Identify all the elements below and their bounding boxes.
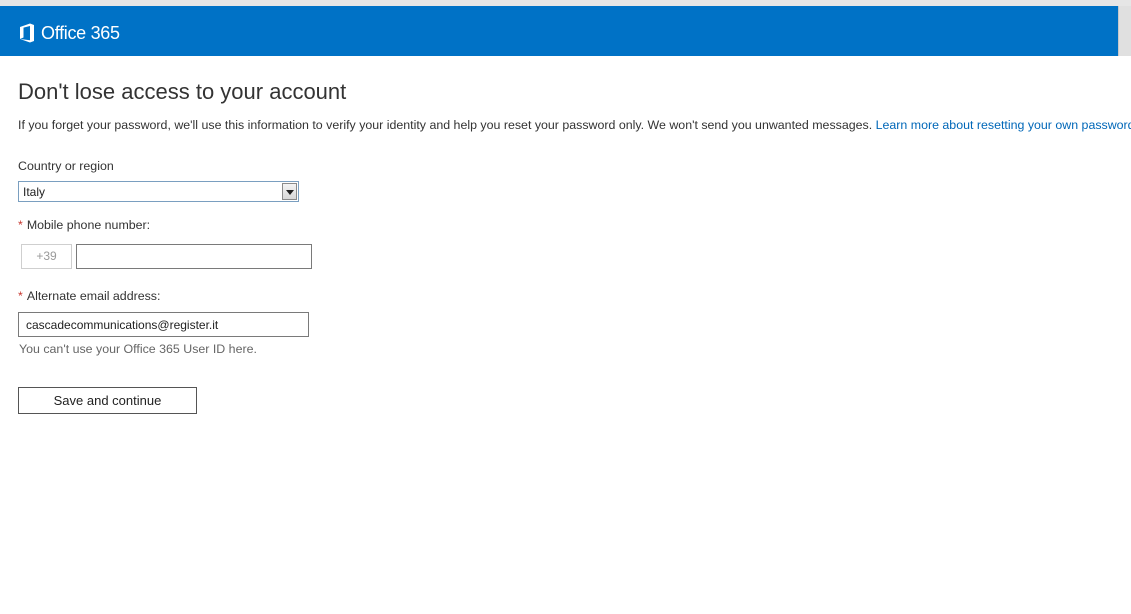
info-text: If you forget your password, we'll use t… <box>18 118 873 132</box>
page-title: Don't lose access to your account <box>18 79 347 104</box>
country-label: Country or region <box>18 159 114 173</box>
save-and-continue-button[interactable]: Save and continue <box>18 387 197 414</box>
mobile-label-row: * Mobile phone number: <box>18 218 150 232</box>
brand-logo[interactable]: Office 365 <box>18 23 120 43</box>
mobile-label: Mobile phone number: <box>26 218 151 232</box>
alternate-email-input[interactable] <box>18 312 309 337</box>
info-text-block: If you forget your password, we'll use t… <box>18 118 1131 132</box>
required-marker: * <box>18 289 23 303</box>
country-select-value: Italy <box>23 185 46 199</box>
chevron-down-icon[interactable] <box>282 183 297 200</box>
brand-name: Office 365 <box>41 23 120 43</box>
email-hint: You can't use your Office 365 User ID he… <box>19 342 257 356</box>
scrollbar[interactable] <box>1118 6 1131 56</box>
office-logo-icon <box>20 23 34 43</box>
email-label-row: * Alternate email address: <box>18 289 160 303</box>
office-header: Office 365 <box>0 6 1118 56</box>
learn-more-link[interactable]: Learn more about resetting your own pass… <box>876 118 1131 132</box>
required-marker: * <box>18 218 23 232</box>
email-label: Alternate email address: <box>26 289 161 303</box>
country-code-prefix: +39 <box>21 244 72 269</box>
mobile-phone-input[interactable] <box>76 244 312 269</box>
country-select[interactable]: Italy <box>18 181 299 202</box>
